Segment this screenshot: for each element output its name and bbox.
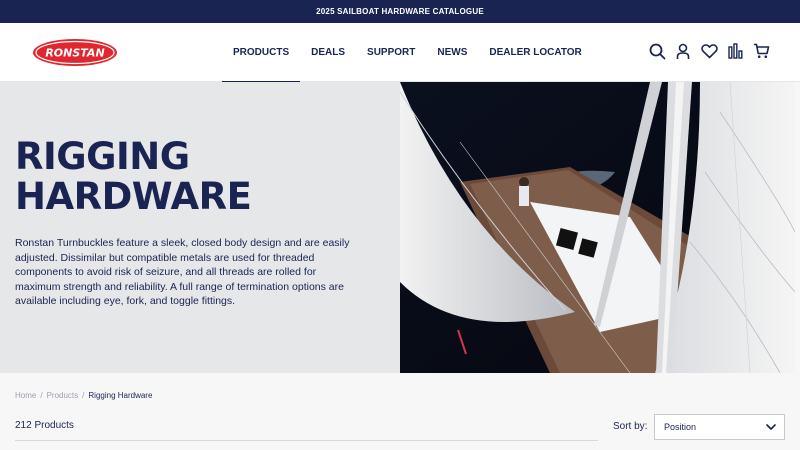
nav-dealer-locator[interactable]: DEALER LOCATOR [478,23,592,82]
site-header: RONSTAN PRODUCTS DEALS SUPPORT NEWS DEAL… [0,23,800,83]
product-count: 212 Products [15,420,74,431]
search-icon[interactable] [648,41,666,61]
nav-support[interactable]: SUPPORT [356,23,426,82]
compare-chart-icon[interactable] [726,41,744,61]
nav-deals[interactable]: DEALS [300,23,356,82]
breadcrumb-products[interactable]: Products [47,391,79,400]
announcement-text[interactable]: 2025 SAILBOAT HARDWARE CATALOGUE [316,7,484,16]
wishlist-heart-icon[interactable] [700,41,718,61]
ronstan-logo[interactable]: RONSTAN [32,38,118,67]
breadcrumb: Home / Products / Rigging Hardware [15,391,152,400]
page-title: RIGGING HARDWARE [15,137,385,217]
breadcrumb-home[interactable]: Home [15,391,36,400]
breadcrumb-current: Rigging Hardware [88,391,153,400]
hero-banner: RIGGING HARDWARE Ronstan Turnbuckles fea… [0,82,800,373]
toolbar-divider [15,440,598,441]
chevron-down-icon [766,423,776,433]
breadcrumb-separator: / [40,391,43,400]
announcement-bar[interactable]: 2025 SAILBOAT HARDWARE CATALOGUE [0,0,800,23]
sort-label: Sort by: [613,421,648,432]
main-nav: PRODUCTS DEALS SUPPORT NEWS DEALER LOCAT… [222,23,593,83]
header-actions [648,41,770,61]
logo-text: RONSTAN [45,47,104,60]
category-description: Ronstan Turnbuckles feature a sleek, clo… [15,237,350,307]
cart-icon[interactable] [752,41,770,61]
breadcrumb-separator: / [82,391,85,400]
page-title-line1: RIGGING [15,135,190,178]
page-title-line2: HARDWARE [15,175,252,218]
nav-products[interactable]: PRODUCTS [222,23,301,83]
hero-sailboat-image [400,82,795,373]
nav-news[interactable]: NEWS [426,23,478,82]
sort-select[interactable]: Position [654,414,785,440]
hero-text-panel: RIGGING HARDWARE Ronstan Turnbuckles fea… [0,82,400,373]
sort-select-value: Position [664,422,697,432]
account-icon[interactable] [674,41,692,61]
